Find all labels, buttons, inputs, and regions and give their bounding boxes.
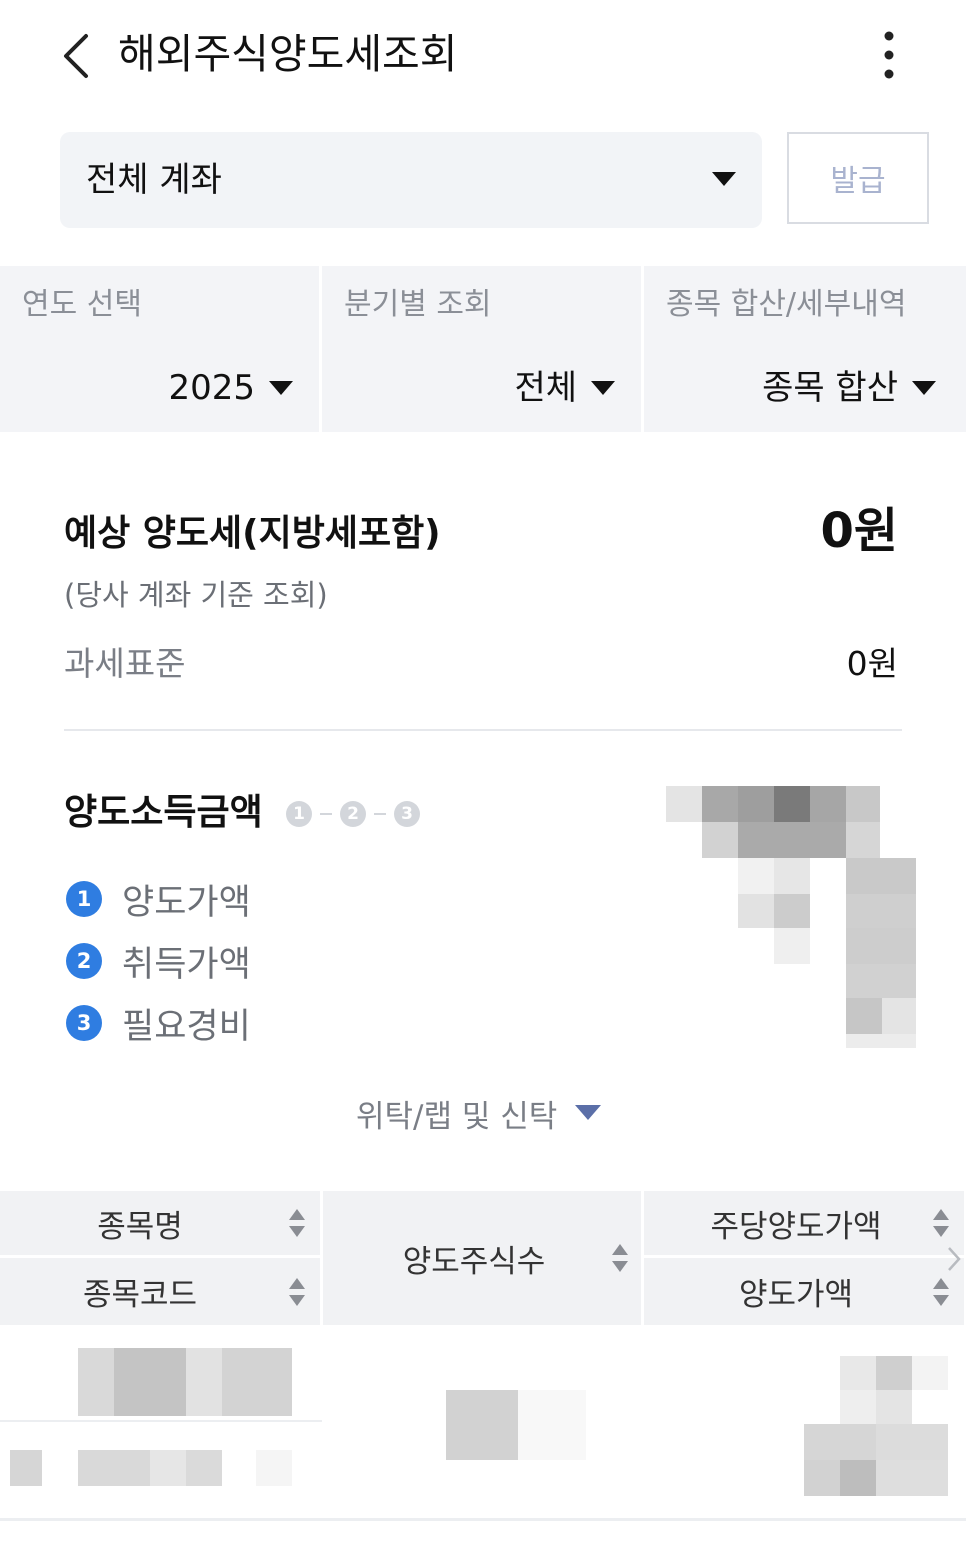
number-badge: 2 bbox=[66, 943, 102, 979]
column-header-label: 양도가액 bbox=[738, 1277, 854, 1313]
column-header-name[interactable]: 종목명 bbox=[0, 1191, 320, 1255]
capital-gain-title: 양도소득금액 bbox=[64, 792, 263, 833]
masked-quantity bbox=[446, 1390, 586, 1462]
filter-bar: 연도 선택 2025 분기별 조회 전체 종목 합산/세부내역 종목 합산 bbox=[0, 266, 966, 432]
account-dropdown[interactable]: 전체 계좌 bbox=[60, 132, 762, 228]
column-header-quantity[interactable]: 양도주식수 bbox=[323, 1191, 641, 1325]
caret-down-icon bbox=[712, 172, 736, 186]
number-badge: 3 bbox=[66, 1005, 102, 1041]
row-divider bbox=[0, 1420, 322, 1422]
step-badge: 3 bbox=[394, 801, 420, 827]
year-filter[interactable]: 연도 선택 2025 bbox=[0, 266, 322, 432]
tax-base-label: 과세표준 bbox=[64, 644, 186, 683]
page-title: 해외주식양도세조회 bbox=[118, 30, 458, 78]
filter-title: 종목 합산/세부내역 bbox=[666, 287, 907, 322]
gain-item-acquisition: 2 취득가액 bbox=[66, 936, 251, 986]
caret-down-icon bbox=[912, 380, 936, 395]
minus-sign bbox=[374, 813, 386, 815]
detail-value: 종목 합산 bbox=[762, 368, 898, 408]
quarter-value: 전체 bbox=[514, 368, 577, 408]
filter-title: 분기별 조회 bbox=[344, 287, 492, 322]
chevron-left-icon[interactable] bbox=[58, 30, 98, 82]
column-header-sale-amount[interactable]: 양도가액 bbox=[644, 1258, 964, 1325]
table-bottom-divider bbox=[0, 1518, 966, 1521]
caret-down-icon bbox=[591, 380, 615, 395]
filter-title: 연도 선택 bbox=[22, 287, 142, 322]
step-badge: 2 bbox=[340, 801, 366, 827]
trust-expand-toggle[interactable]: 위탁/랩 및 신탁 bbox=[356, 1090, 602, 1136]
minus-sign bbox=[320, 813, 332, 815]
estimated-tax-note: (당사 계좌 기준 조회) bbox=[64, 578, 328, 612]
issue-button[interactable]: 발급 bbox=[787, 132, 929, 224]
column-header-label: 양도주식수 bbox=[402, 1243, 546, 1280]
formula-steps: 1 2 3 bbox=[286, 800, 420, 828]
column-header-label: 종목명 bbox=[97, 1208, 183, 1245]
sort-icon bbox=[612, 1244, 628, 1272]
estimated-tax-value: 0원 bbox=[820, 503, 898, 559]
filter-value-wrap: 2025 bbox=[168, 366, 293, 410]
caret-down-icon bbox=[575, 1105, 602, 1120]
column-header-price-per-share[interactable]: 주당양도가액 bbox=[644, 1191, 964, 1255]
column-header-label: 종목코드 bbox=[82, 1277, 198, 1313]
caret-down-icon bbox=[269, 380, 293, 395]
table-header: 종목명 종목코드 양도주식수 주당양도가액 양도가액 bbox=[0, 1191, 966, 1325]
step-badge: 1 bbox=[286, 801, 312, 827]
gain-item-expense: 3 필요경비 bbox=[66, 998, 251, 1048]
estimated-tax-label: 예상 양도세(지방세포함) bbox=[64, 513, 441, 554]
masked-amount-graphic bbox=[666, 786, 916, 1050]
trust-toggle-label: 위탁/랩 및 신탁 bbox=[356, 1098, 558, 1135]
year-value: 2025 bbox=[168, 368, 255, 408]
sort-icon bbox=[933, 1278, 949, 1306]
more-vertical-icon[interactable] bbox=[874, 30, 904, 82]
masked-amounts bbox=[804, 1356, 948, 1498]
gain-item-label: 취득가액 bbox=[122, 944, 251, 985]
quarter-filter[interactable]: 분기별 조회 전체 bbox=[322, 266, 644, 432]
sort-icon bbox=[289, 1209, 305, 1237]
detail-filter[interactable]: 종목 합산/세부내역 종목 합산 bbox=[644, 266, 966, 432]
column-header-label: 주당양도가액 bbox=[710, 1208, 882, 1245]
tax-base-value: 0원 bbox=[846, 644, 898, 683]
filter-value-wrap: 종목 합산 bbox=[762, 366, 936, 410]
filter-value-wrap: 전체 bbox=[514, 366, 615, 410]
divider bbox=[64, 729, 902, 731]
sort-icon bbox=[289, 1278, 305, 1306]
account-dropdown-label: 전체 계좌 bbox=[86, 160, 222, 200]
chevron-right-icon[interactable] bbox=[944, 1244, 964, 1274]
sort-icon bbox=[933, 1209, 949, 1237]
number-badge: 1 bbox=[66, 881, 102, 917]
column-header-code[interactable]: 종목코드 bbox=[0, 1258, 320, 1325]
gain-item-label: 필요경비 bbox=[122, 1006, 251, 1047]
gain-item-label: 양도가액 bbox=[122, 882, 251, 923]
gain-item-sale: 1 양도가액 bbox=[66, 874, 251, 924]
